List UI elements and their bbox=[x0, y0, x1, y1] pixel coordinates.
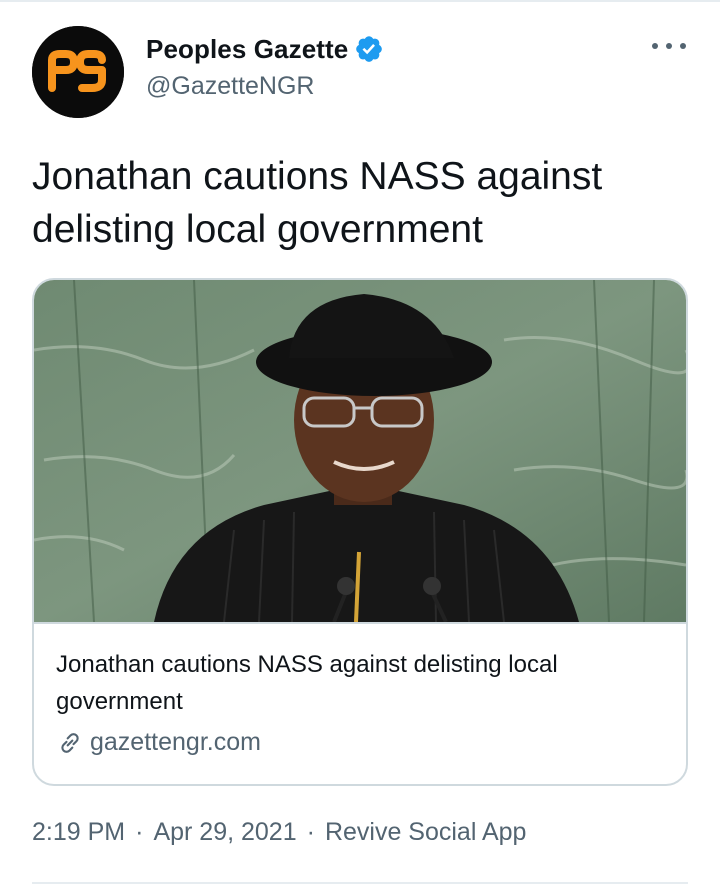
meta-separator: · bbox=[135, 818, 144, 846]
peoples-gazette-logo-icon bbox=[32, 26, 124, 118]
verified-badge-icon bbox=[354, 34, 384, 64]
tweet-date[interactable]: Apr 29, 2021 bbox=[153, 818, 296, 847]
bottom-divider bbox=[32, 882, 688, 884]
tweet-meta: 2:19 PM · Apr 29, 2021 · Revive Social A… bbox=[32, 818, 526, 847]
link-card[interactable]: Jonathan cautions NASS against delisting… bbox=[32, 278, 688, 786]
tweet-header: Peoples Gazette @GazetteNGR bbox=[32, 26, 688, 118]
tweet-text: Jonathan cautions NASS against delisting… bbox=[32, 155, 603, 251]
photo-of-speaker-icon bbox=[34, 280, 686, 622]
display-name[interactable]: Peoples Gazette bbox=[146, 34, 348, 65]
card-link[interactable]: gazettengr.com bbox=[56, 728, 261, 757]
dot bbox=[652, 43, 658, 49]
meta-separator: · bbox=[306, 818, 315, 846]
card-divider bbox=[34, 622, 686, 624]
author-info: Peoples Gazette @GazetteNGR bbox=[146, 30, 384, 101]
handle[interactable]: @GazetteNGR bbox=[146, 72, 384, 101]
name-row: Peoples Gazette bbox=[146, 30, 384, 68]
card-title[interactable]: Jonathan cautions NASS against delisting… bbox=[56, 646, 666, 720]
link-icon bbox=[56, 729, 84, 757]
card-domain[interactable]: gazettengr.com bbox=[90, 728, 261, 757]
avatar[interactable] bbox=[32, 26, 124, 118]
more-options-icon[interactable] bbox=[652, 40, 686, 52]
dot bbox=[666, 43, 672, 49]
card-image[interactable] bbox=[34, 280, 686, 622]
top-divider bbox=[0, 0, 720, 2]
tweet-source[interactable]: Revive Social App bbox=[325, 818, 527, 847]
dot bbox=[680, 43, 686, 49]
tweet-time[interactable]: 2:19 PM bbox=[32, 818, 125, 847]
